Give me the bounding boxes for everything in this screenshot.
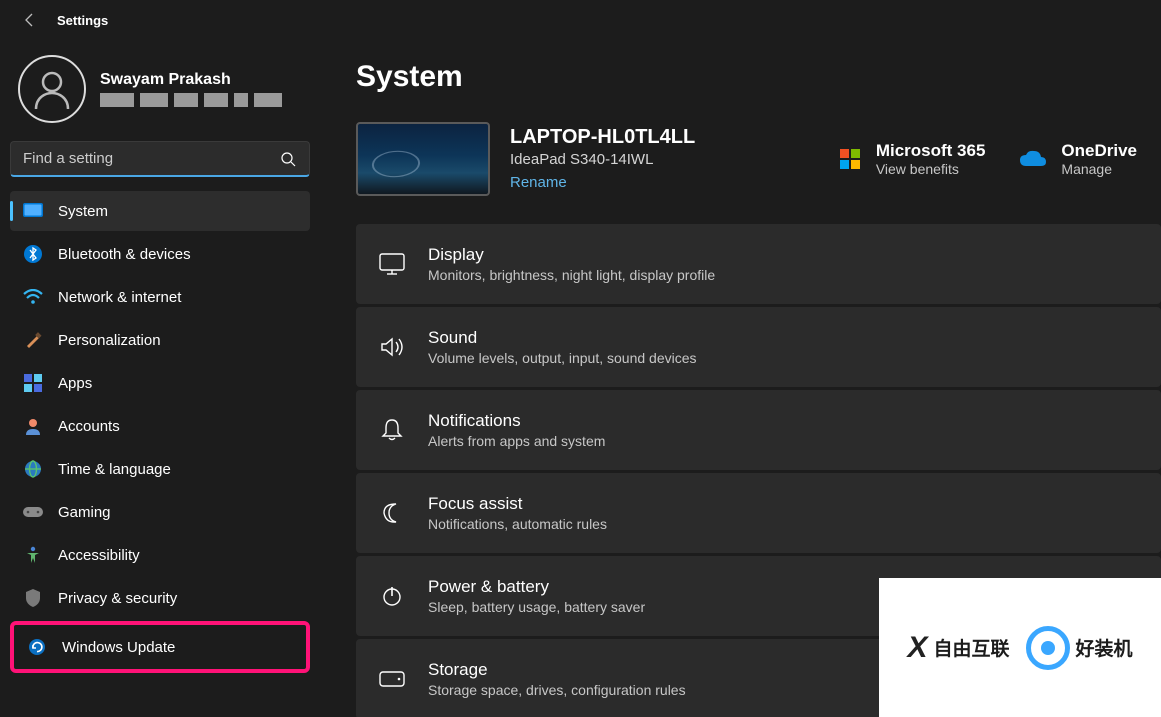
display-icon xyxy=(378,250,406,278)
sidebar-item-accounts[interactable]: Accounts xyxy=(10,406,310,446)
setting-subtitle: Notifications, automatic rules xyxy=(428,516,607,532)
sidebar-item-system[interactable]: System xyxy=(10,191,310,231)
search-icon xyxy=(280,151,296,167)
drive-icon xyxy=(378,665,406,693)
cloud-name: Microsoft 365 xyxy=(876,141,986,161)
avatar xyxy=(18,55,86,123)
cloud-sub: Manage xyxy=(1061,161,1137,177)
setting-focus-assist[interactable]: Focus assist Notifications, automatic ru… xyxy=(356,473,1161,553)
nav-label: Personalization xyxy=(58,332,161,349)
page-title: System xyxy=(356,60,1161,94)
device-info: LAPTOP-HL0TL4LL IdeaPad S340-14IWL Renam… xyxy=(510,126,838,192)
nav-list: System Bluetooth & devices Network & int… xyxy=(10,191,310,673)
titlebar: Settings xyxy=(0,0,1161,40)
profile-info: Swayam Prakash xyxy=(100,71,282,107)
wifi-icon xyxy=(22,286,44,308)
sidebar-item-time-language[interactable]: Time & language xyxy=(10,449,310,489)
shield-icon xyxy=(22,587,44,609)
watermark-text-right: 好装机 xyxy=(1076,634,1133,661)
sound-icon xyxy=(378,333,406,361)
sidebar-item-accessibility[interactable]: Accessibility xyxy=(10,535,310,575)
nav-label: Apps xyxy=(58,375,92,392)
setting-title: Display xyxy=(428,245,715,265)
power-icon xyxy=(378,582,406,610)
profile-section[interactable]: Swayam Prakash xyxy=(10,50,310,141)
setting-title: Power & battery xyxy=(428,577,645,597)
watermark-logo-x: X xyxy=(907,631,927,665)
nav-label: Privacy & security xyxy=(58,590,177,607)
nav-label: Accessibility xyxy=(58,547,140,564)
sidebar-item-personalization[interactable]: Personalization xyxy=(10,320,310,360)
watermark: X 自由互联 好装机 xyxy=(879,578,1161,717)
device-model: IdeaPad S340-14IWL xyxy=(510,151,838,168)
setting-title: Sound xyxy=(428,328,697,348)
gamepad-icon xyxy=(22,501,44,523)
nav-label: System xyxy=(58,203,108,220)
nav-label: Accounts xyxy=(58,418,120,435)
brush-icon xyxy=(22,329,44,351)
ms365-link[interactable]: Microsoft 365 View benefits xyxy=(838,141,986,177)
setting-subtitle: Storage space, drives, configuration rul… xyxy=(428,682,686,698)
watermark-circle-icon xyxy=(1026,626,1070,670)
onedrive-link[interactable]: OneDrive Manage xyxy=(1019,141,1137,177)
app-title: Settings xyxy=(57,13,108,28)
cloud-name: OneDrive xyxy=(1061,141,1137,161)
setting-title: Storage xyxy=(428,660,686,680)
nav-label: Gaming xyxy=(58,504,111,521)
sidebar-item-network[interactable]: Network & internet xyxy=(10,277,310,317)
back-button[interactable] xyxy=(20,10,40,30)
onedrive-icon xyxy=(1019,149,1047,169)
setting-subtitle: Monitors, brightness, night light, displ… xyxy=(428,267,715,283)
moon-icon xyxy=(378,499,406,527)
profile-name: Swayam Prakash xyxy=(100,71,282,89)
bluetooth-icon xyxy=(22,243,44,265)
watermark-text-left: 自由互联 xyxy=(933,634,1009,661)
setting-subtitle: Sleep, battery usage, battery saver xyxy=(428,599,645,615)
system-icon xyxy=(22,200,44,222)
ms365-icon xyxy=(838,147,862,171)
sidebar-item-privacy[interactable]: Privacy & security xyxy=(10,578,310,618)
setting-title: Focus assist xyxy=(428,494,607,514)
device-name: LAPTOP-HL0TL4LL xyxy=(510,126,838,149)
setting-sound[interactable]: Sound Volume levels, output, input, soun… xyxy=(356,307,1161,387)
search-box[interactable] xyxy=(10,141,310,177)
search-input[interactable] xyxy=(10,141,310,177)
setting-display[interactable]: Display Monitors, brightness, night ligh… xyxy=(356,224,1161,304)
rename-link[interactable]: Rename xyxy=(510,174,567,191)
nav-label: Network & internet xyxy=(58,289,181,306)
bell-icon xyxy=(378,416,406,444)
sidebar-item-bluetooth[interactable]: Bluetooth & devices xyxy=(10,234,310,274)
profile-email-redacted xyxy=(100,93,282,107)
nav-label: Time & language xyxy=(58,461,171,478)
sidebar-item-windows-update[interactable]: Windows Update xyxy=(10,621,310,673)
nav-label: Bluetooth & devices xyxy=(58,246,191,263)
person-icon xyxy=(30,67,74,111)
apps-icon xyxy=(22,372,44,394)
setting-notifications[interactable]: Notifications Alerts from apps and syste… xyxy=(356,390,1161,470)
globe-icon xyxy=(22,458,44,480)
person-icon xyxy=(22,415,44,437)
accessibility-icon xyxy=(22,544,44,566)
sidebar-item-apps[interactable]: Apps xyxy=(10,363,310,403)
setting-subtitle: Alerts from apps and system xyxy=(428,433,605,449)
update-icon xyxy=(26,636,48,658)
arrow-left-icon xyxy=(22,12,38,28)
device-header: LAPTOP-HL0TL4LL IdeaPad S340-14IWL Renam… xyxy=(356,122,1161,196)
setting-title: Notifications xyxy=(428,411,605,431)
cloud-sub: View benefits xyxy=(876,161,986,177)
setting-subtitle: Volume levels, output, input, sound devi… xyxy=(428,350,697,366)
sidebar: Swayam Prakash xyxy=(0,40,320,717)
sidebar-item-gaming[interactable]: Gaming xyxy=(10,492,310,532)
device-thumbnail[interactable] xyxy=(356,122,490,196)
nav-label: Windows Update xyxy=(62,639,175,656)
